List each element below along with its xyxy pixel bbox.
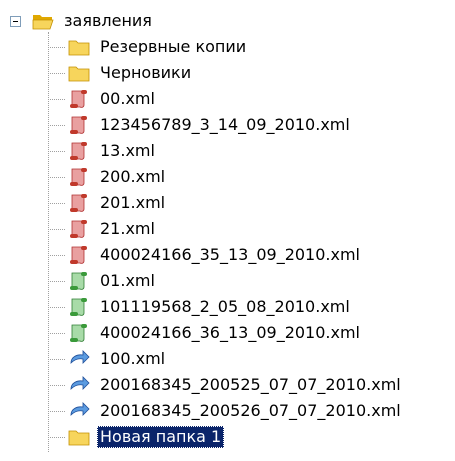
- tree-node-label-selected: Новая папка 1: [97, 426, 225, 448]
- tree-node-label: 123456789_3_14_09_2010.xml: [100, 115, 350, 134]
- tree-connector: [48, 359, 65, 360]
- tree-node-label: Резервные копии: [100, 37, 247, 56]
- tree-connector: [48, 307, 65, 308]
- tree-node-label: 01.xml: [100, 271, 155, 290]
- tree-connector: [48, 333, 65, 334]
- tree-node-label: 00.xml: [100, 89, 155, 108]
- tree-connector: [48, 385, 65, 386]
- tree-node-label: 13.xml: [100, 141, 155, 160]
- red-scroll-icon: [70, 142, 87, 160]
- tree-node-label: Черновики: [100, 63, 192, 82]
- tree-connector: [48, 151, 65, 152]
- tree-node-file[interactable]: 200168345_200525_07_07_2010.xml: [67, 372, 404, 398]
- tree-node-label: 21.xml: [100, 219, 155, 238]
- tree-connector: [48, 125, 65, 126]
- tree-connector: [48, 437, 65, 438]
- tree-connector: [48, 177, 65, 178]
- folder-icon: [68, 40, 90, 56]
- tree-node-folder-drafts[interactable]: Черновики: [67, 60, 194, 86]
- tree-connector: [48, 203, 65, 204]
- tree-connector: [48, 255, 65, 256]
- tree-node-folder-new[interactable]: Новая папка 1: [67, 424, 225, 450]
- red-scroll-icon: [70, 220, 87, 238]
- tree-connector: [48, 229, 65, 230]
- green-scroll-icon: [70, 298, 87, 316]
- tree-node-label: 400024166_35_13_09_2010.xml: [100, 245, 360, 264]
- folder-tree: заявления Резервные копии Черновики 00.x…: [0, 0, 455, 461]
- tree-connector: [48, 47, 65, 48]
- tree-node-file[interactable]: 400024166_36_13_09_2010.xml: [67, 320, 363, 346]
- red-scroll-icon: [70, 116, 87, 134]
- folder-open-icon: [32, 15, 54, 30]
- tree-node-label: заявления: [64, 11, 152, 30]
- red-scroll-icon: [70, 246, 87, 264]
- tree-node-label: 200.xml: [100, 167, 166, 186]
- tree-connector: [48, 281, 65, 282]
- folder-icon: [68, 66, 90, 82]
- tree-connector: [48, 411, 65, 412]
- tree-node-label: 200168345_200526_07_07_2010.xml: [100, 401, 401, 420]
- green-scroll-icon: [70, 272, 87, 290]
- tree-guide-line: [48, 32, 49, 452]
- red-scroll-icon: [70, 90, 87, 108]
- tree-node-label: 100.xml: [100, 349, 166, 368]
- tree-connector: [48, 99, 65, 100]
- tree-node-file[interactable]: 200168345_200526_07_07_2010.xml: [67, 398, 404, 424]
- tree-node-file[interactable]: 201.xml: [67, 190, 168, 216]
- tree-node-file[interactable]: 400024166_35_13_09_2010.xml: [67, 242, 363, 268]
- tree-node-file[interactable]: 123456789_3_14_09_2010.xml: [67, 112, 353, 138]
- red-scroll-icon: [70, 194, 87, 212]
- tree-node-file[interactable]: 21.xml: [67, 216, 158, 242]
- tree-node-file[interactable]: 13.xml: [67, 138, 158, 164]
- tree-node-label: 200168345_200525_07_07_2010.xml: [100, 375, 401, 394]
- tree-node-file[interactable]: 00.xml: [67, 86, 158, 112]
- tree-node-folder-backups[interactable]: Резервные копии: [67, 34, 249, 60]
- tree-node-file[interactable]: 100.xml: [67, 346, 168, 372]
- blue-arrow-icon: [70, 350, 90, 364]
- blue-arrow-icon: [70, 376, 90, 390]
- tree-connector: [48, 73, 65, 74]
- tree-node-file[interactable]: 101119568_2_05_08_2010.xml: [67, 294, 353, 320]
- tree-node-root[interactable]: заявления: [10, 8, 155, 34]
- tree-node-file[interactable]: 01.xml: [67, 268, 158, 294]
- collapse-toggle[interactable]: [10, 15, 21, 27]
- folder-icon: [68, 430, 90, 446]
- blue-arrow-icon: [70, 402, 90, 416]
- tree-node-label: 201.xml: [100, 193, 166, 212]
- red-scroll-icon: [70, 168, 87, 186]
- tree-node-label: 101119568_2_05_08_2010.xml: [100, 297, 350, 316]
- green-scroll-icon: [70, 324, 87, 342]
- tree-node-file[interactable]: 200.xml: [67, 164, 168, 190]
- tree-node-label: 400024166_36_13_09_2010.xml: [100, 323, 360, 342]
